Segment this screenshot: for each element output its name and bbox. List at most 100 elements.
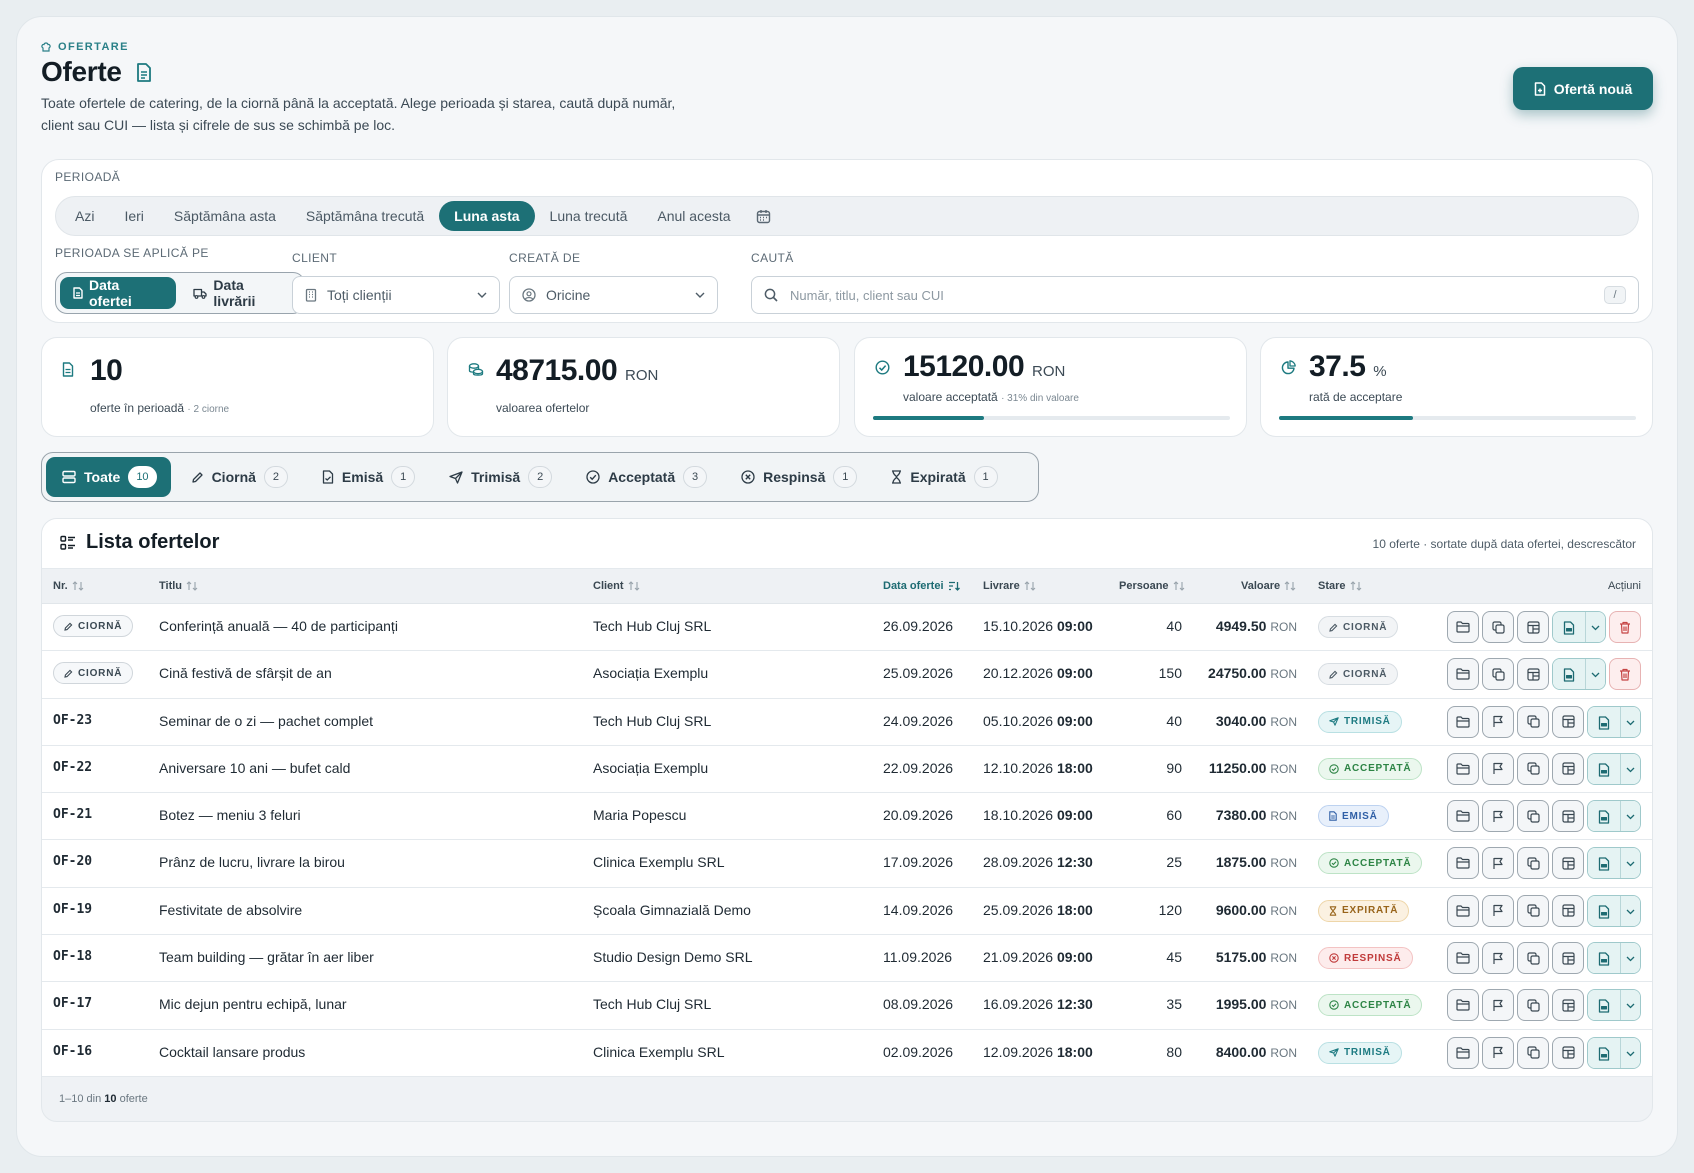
template-button[interactable]	[1552, 800, 1584, 833]
open-folder-button[interactable]	[1447, 611, 1479, 643]
cell-title[interactable]: Cocktail lansare produs	[159, 1044, 305, 1060]
pdf-menu-button[interactable]	[1620, 801, 1640, 832]
change-status-button[interactable]	[1482, 942, 1514, 975]
cell-title[interactable]: Prânz de lucru, livrare la birou	[159, 854, 345, 870]
tab-rejected[interactable]: Respinsă 1	[725, 457, 871, 497]
period-this-week[interactable]: Săptămâna asta	[159, 201, 291, 231]
table-row[interactable]: CIORNĂ Cină festivă de sfârșit de an Aso…	[42, 651, 1652, 699]
period-last-month[interactable]: Luna trecută	[535, 201, 643, 231]
toggle-offer-date[interactable]: Data ofertei	[60, 277, 177, 309]
open-folder-button[interactable]	[1447, 1036, 1479, 1069]
period-last-week[interactable]: Săptămâna trecută	[291, 201, 439, 231]
open-folder-button[interactable]	[1447, 989, 1479, 1022]
col-client[interactable]: Client	[593, 580, 640, 592]
period-this-month[interactable]: Luna asta	[439, 201, 535, 231]
duplicate-button[interactable]	[1517, 942, 1549, 975]
duplicate-button[interactable]	[1517, 705, 1549, 738]
pdf-button[interactable]	[1588, 895, 1620, 926]
cell-title[interactable]: Botez — meniu 3 feluri	[159, 807, 301, 823]
pdf-button[interactable]	[1588, 1037, 1620, 1068]
template-button[interactable]	[1552, 942, 1584, 975]
pdf-menu-button[interactable]	[1620, 1037, 1640, 1068]
pdf-menu-button[interactable]	[1585, 612, 1605, 642]
duplicate-button[interactable]	[1517, 800, 1549, 833]
col-persons[interactable]: Persoane	[1119, 580, 1185, 592]
duplicate-button[interactable]	[1482, 658, 1514, 691]
calendar-icon[interactable]	[746, 201, 781, 231]
col-offer-date[interactable]: Data ofertei	[883, 580, 960, 592]
cell-title[interactable]: Mic dejun pentru echipă, lunar	[159, 996, 347, 1012]
table-row[interactable]: OF-18 Team building — grătar în aer libe…	[42, 935, 1652, 983]
change-status-button[interactable]	[1482, 752, 1514, 785]
template-button[interactable]	[1552, 989, 1584, 1022]
pdf-button[interactable]	[1588, 706, 1620, 737]
cell-title[interactable]: Conferință anuală — 40 de participanți	[159, 618, 398, 634]
duplicate-button[interactable]	[1482, 611, 1514, 643]
col-nr[interactable]: Nr.	[53, 580, 84, 592]
new-offer-button[interactable]: Ofertă nouă	[1513, 67, 1653, 110]
template-button[interactable]	[1552, 894, 1584, 927]
period-today[interactable]: Azi	[60, 201, 109, 231]
toggle-delivery-date[interactable]: Data livrării	[180, 277, 300, 309]
table-row[interactable]: OF-20 Prânz de lucru, livrare la birou C…	[42, 840, 1652, 888]
pdf-button[interactable]	[1588, 943, 1620, 974]
change-status-button[interactable]	[1482, 894, 1514, 927]
table-row[interactable]: OF-19 Festivitate de absolvire Școala Gi…	[42, 887, 1652, 936]
duplicate-button[interactable]	[1517, 752, 1549, 785]
open-folder-button[interactable]	[1447, 658, 1479, 691]
table-row[interactable]: OF-21 Botez — meniu 3 feluri Maria Popes…	[42, 793, 1652, 841]
table-row[interactable]: CIORNĂ Conferință anuală — 40 de partici…	[42, 604, 1652, 652]
open-folder-button[interactable]	[1447, 705, 1479, 738]
period-this-year[interactable]: Anul acesta	[642, 201, 745, 231]
open-folder-button[interactable]	[1447, 894, 1479, 927]
pdf-menu-button[interactable]	[1620, 706, 1640, 737]
pdf-button[interactable]	[1588, 848, 1620, 879]
pdf-button[interactable]	[1553, 612, 1585, 642]
cell-title[interactable]: Festivitate de absolvire	[159, 902, 302, 918]
change-status-button[interactable]	[1482, 989, 1514, 1022]
open-folder-button[interactable]	[1447, 847, 1479, 880]
template-button[interactable]	[1552, 1036, 1584, 1069]
template-button[interactable]	[1517, 658, 1549, 691]
tab-accepted[interactable]: Acceptată 3	[570, 457, 721, 497]
pdf-button[interactable]	[1588, 753, 1620, 784]
duplicate-button[interactable]	[1517, 989, 1549, 1022]
template-button[interactable]	[1552, 705, 1584, 738]
pdf-menu-button[interactable]	[1620, 943, 1640, 974]
delete-button[interactable]	[1609, 611, 1641, 643]
pdf-menu-button[interactable]	[1585, 659, 1605, 690]
change-status-button[interactable]	[1482, 1036, 1514, 1069]
search-input[interactable]	[790, 287, 1592, 303]
change-status-button[interactable]	[1482, 847, 1514, 880]
col-status[interactable]: Stare	[1318, 580, 1362, 592]
tab-draft[interactable]: Ciornă 2	[175, 457, 302, 497]
col-delivery[interactable]: Livrare	[983, 580, 1036, 592]
pdf-menu-button[interactable]	[1620, 753, 1640, 784]
change-status-button[interactable]	[1482, 800, 1514, 833]
duplicate-button[interactable]	[1517, 1036, 1549, 1069]
period-yesterday[interactable]: Ieri	[109, 201, 158, 231]
template-button[interactable]	[1517, 611, 1549, 643]
pdf-menu-button[interactable]	[1620, 990, 1640, 1021]
tab-expired[interactable]: Expirată 1	[875, 457, 1011, 497]
template-button[interactable]	[1552, 752, 1584, 785]
open-folder-button[interactable]	[1447, 752, 1479, 785]
tab-all[interactable]: Toate 10	[46, 457, 171, 497]
tab-issued[interactable]: Emisă 1	[306, 457, 429, 497]
duplicate-button[interactable]	[1517, 894, 1549, 927]
table-row[interactable]: OF-23 Seminar de o zi — pachet complet T…	[42, 698, 1652, 746]
delete-button[interactable]	[1609, 658, 1641, 691]
cell-title[interactable]: Cină festivă de sfârșit de an	[159, 665, 332, 681]
cell-title[interactable]: Seminar de o zi — pachet complet	[159, 713, 373, 729]
open-folder-button[interactable]	[1447, 942, 1479, 975]
duplicate-button[interactable]	[1517, 847, 1549, 880]
tab-sent[interactable]: Trimisă 2	[433, 457, 566, 497]
template-button[interactable]	[1552, 847, 1584, 880]
created-by-select[interactable]: Oricine	[509, 276, 718, 314]
pdf-menu-button[interactable]	[1620, 895, 1640, 926]
col-value[interactable]: Valoare	[1241, 580, 1296, 592]
col-title[interactable]: Titlu	[159, 580, 198, 592]
change-status-button[interactable]	[1482, 705, 1514, 738]
pdf-button[interactable]	[1588, 801, 1620, 832]
table-row[interactable]: OF-16 Cocktail lansare produs Clinica Ex…	[42, 1029, 1652, 1077]
